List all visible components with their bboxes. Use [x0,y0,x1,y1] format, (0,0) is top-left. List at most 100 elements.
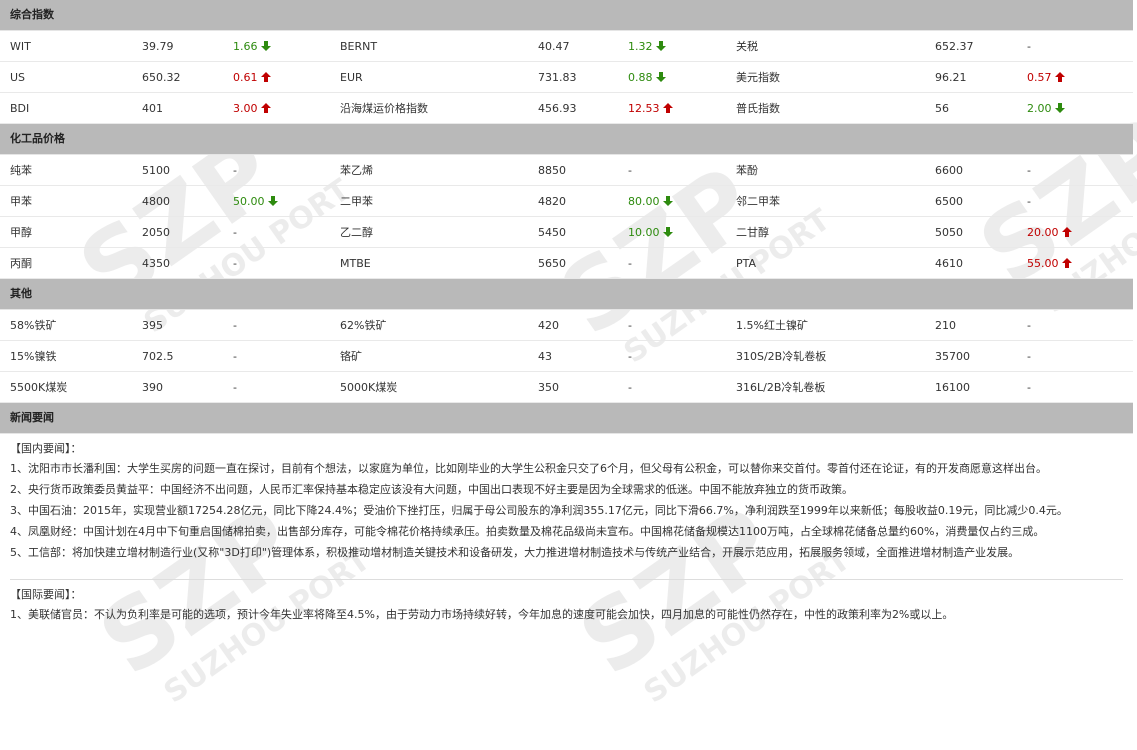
item-change: 0.57 [1027,63,1065,93]
news-item: 5、工信部：将加快建立增材制造行业(又称"3D打印")管理体系，积极推动增材制造… [10,546,1020,559]
item-change: - [1027,373,1031,403]
news-item: 1、沈阳市市长潘利国：大学生买房的问题一直在探讨，目前有个想法，以家庭为单位，比… [10,462,1047,475]
section-header-news: 新闻要闻 [0,403,1133,434]
table-row: 丙酮 4350 - MTBE 5650 - PTA 4610 55.00 [0,248,1133,279]
item-change: 50.00 [233,187,278,217]
item-change: - [233,311,237,341]
item-change-value: 3.00 [233,101,258,115]
arrow-up-icon [260,71,271,82]
item-price: 390 [142,380,163,394]
item-change: - [233,373,237,403]
arrow-up-icon [662,102,673,113]
item-price: 5650 [538,256,566,270]
item-price: 4350 [142,256,170,270]
item-change-value: - [233,225,237,239]
item-price: 2050 [142,225,170,239]
item-name: 二甲苯 [340,194,373,208]
item-name: BERNT [340,39,378,53]
section-header-index: 综合指数 [0,0,1133,31]
item-price: 40.47 [538,39,570,53]
item-change: - [628,156,632,186]
item-change-value: 10.00 [628,225,660,239]
item-change-value: - [233,163,237,177]
item-price: 56 [935,101,949,115]
item-name: WIT [10,39,31,53]
table-row: US 650.32 0.61 EUR 731.83 0.88 美元指数 96.21 0.57 [0,62,1133,93]
item-name: EUR [340,70,363,84]
item-name: 纯苯 [10,163,32,177]
item-price: 395 [142,318,163,332]
intl-news-header: 【国际要闻】： [10,588,82,601]
item-price: 6600 [935,163,963,177]
news-item: 3、中国石油：2015年，实现营业额17254.28亿元，同比下降24.4%；受… [10,504,1068,517]
item-change-value: - [1027,318,1031,332]
arrow-down-icon [267,195,278,206]
table-row: 纯苯 5100 - 苯乙烯 8850 - 苯酚 6600 - [0,155,1133,186]
item-change: 20.00 [1027,218,1072,248]
arrow-down-icon [662,195,673,206]
item-change-value: - [1027,39,1031,53]
arrow-up-icon [1054,71,1065,82]
domestic-news-header: 【国内要闻】： [10,442,82,455]
price-board: 综合指数 WIT 39.79 1.66 BERNT 40.47 1.32 关税 652.37 -… [0,0,1133,627]
item-price: 350 [538,380,559,394]
item-change: - [628,249,632,279]
item-price: 210 [935,318,956,332]
item-change-value: 80.00 [628,194,660,208]
item-change-value: - [1027,163,1031,177]
chem-table: 纯苯 5100 - 苯乙烯 8850 - 苯酚 6600 - 甲苯 4800 50.00 二甲苯 4820… [0,155,1133,279]
item-name: 二甘醇 [736,225,769,239]
table-row: WIT 39.79 1.66 BERNT 40.47 1.32 关税 652.37 - [0,31,1133,62]
index-table: WIT 39.79 1.66 BERNT 40.47 1.32 关税 652.37 - US 650… [0,31,1133,124]
item-change-value: - [628,349,632,363]
item-name: BDI [10,101,30,115]
item-change-value: - [1027,194,1031,208]
item-change: - [233,218,237,248]
arrow-up-icon [1061,257,1072,268]
item-name: 乙二醇 [340,225,373,239]
item-price: 5050 [935,225,963,239]
item-name: 310S/2B冷轧卷板 [736,349,827,363]
item-price: 4820 [538,194,566,208]
item-price: 4800 [142,194,170,208]
item-name: 15%镍铁 [10,349,57,363]
item-price: 5100 [142,163,170,177]
item-change: - [1027,311,1031,341]
item-price: 650.32 [142,70,181,84]
item-change: 55.00 [1027,249,1072,279]
item-change-value: 1.66 [233,39,258,53]
arrow-up-icon [260,102,271,113]
table-row: 15%镍铁 702.5 - 铬矿 43 - 310S/2B冷轧卷板 35700 - [0,341,1133,372]
item-price: 39.79 [142,39,174,53]
item-change: 10.00 [628,218,673,248]
item-name: 铬矿 [340,349,362,363]
section-header-other: 其他 [0,279,1133,310]
item-name: 58%铁矿 [10,318,57,332]
item-name: US [10,70,26,84]
item-change-value: 20.00 [1027,225,1059,239]
item-change: - [1027,342,1031,372]
item-change: - [233,249,237,279]
item-name: 美元指数 [736,70,780,84]
item-change-value: 1.32 [628,39,653,53]
item-change: - [233,156,237,186]
item-change: 3.00 [233,94,271,124]
item-change: - [628,311,632,341]
item-name: 沿海煤运价格指数 [340,101,428,115]
item-name: 316L/2B冷轧卷板 [736,380,826,394]
table-row: 甲醇 2050 - 乙二醇 5450 10.00 二甘醇 5050 20.00 [0,217,1133,248]
item-name: 甲苯 [10,194,32,208]
item-name: 1.5%红土镍矿 [736,318,808,332]
item-change: - [1027,187,1031,217]
item-price: 652.37 [935,39,974,53]
item-change-value: 50.00 [233,194,265,208]
table-row: 5500K煤炭 390 - 5000K煤炭 350 - 316L/2B冷轧卷板 16100 - [0,372,1133,403]
news-item: 2、央行货币政策委员黄益平：中国经济不出问题，人民币汇率保持基本稳定应该没有大问… [10,483,853,496]
item-name: 5500K煤炭 [10,380,68,394]
item-price: 43 [538,349,552,363]
item-price: 456.93 [538,101,577,115]
item-name: PTA [736,256,757,270]
item-name: 甲醇 [10,225,32,239]
item-change: 1.32 [628,32,666,62]
item-price: 731.83 [538,70,577,84]
